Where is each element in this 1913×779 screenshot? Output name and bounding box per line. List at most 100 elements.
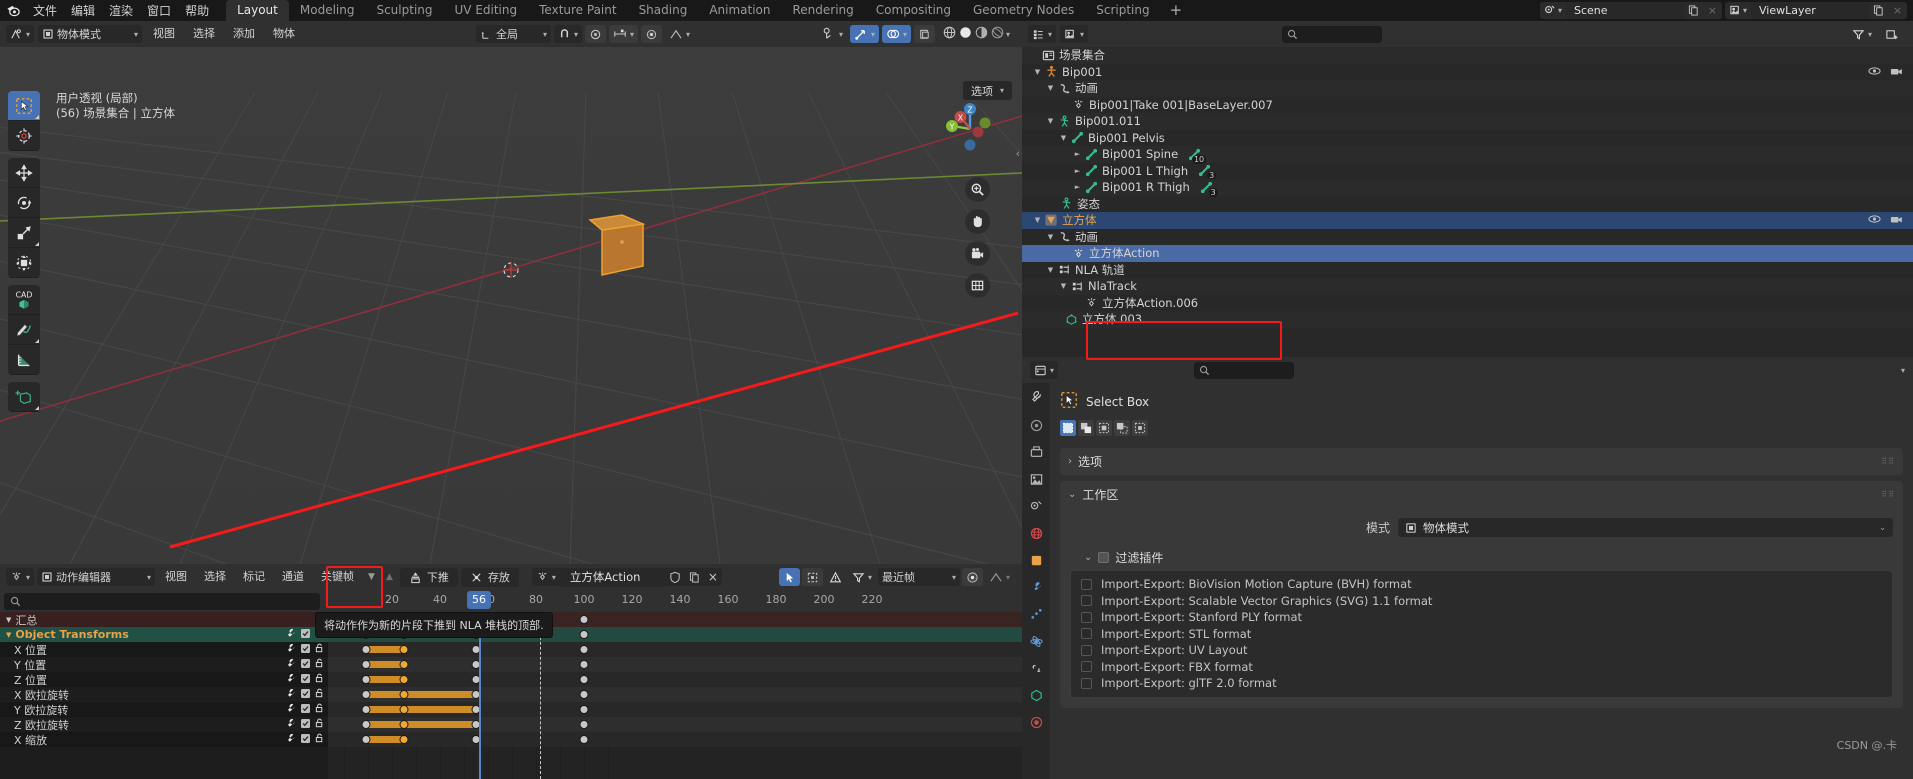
viewport-options-dropdown[interactable]: 选项 ▾ xyxy=(962,81,1012,100)
dopesheet-menu-key[interactable]: 关键帧 xyxy=(314,568,361,586)
action-datablock-icon[interactable]: ▾ xyxy=(531,568,560,586)
modifier-properties-tab[interactable] xyxy=(1026,578,1046,596)
current-frame-badge[interactable]: 56 xyxy=(467,591,491,609)
tab-texture-paint[interactable]: Texture Paint xyxy=(528,0,627,21)
modifier-wrench-icon[interactable] xyxy=(286,733,296,746)
only-show-errors-icon[interactable] xyxy=(825,568,846,586)
outliner-row-nlatrack[interactable]: ▼ NlaTrack xyxy=(1022,278,1913,295)
lock-open-icon[interactable] xyxy=(315,733,324,746)
channel-z-location[interactable]: Z 位置 xyxy=(0,672,328,687)
keyrow-x-scale[interactable] xyxy=(328,732,1022,747)
modifier-wrench-icon[interactable] xyxy=(286,703,296,716)
viewlayer-selector[interactable]: ▾ ViewLayer × xyxy=(1725,2,1907,19)
properties-search-input[interactable] xyxy=(1194,361,1295,379)
channel-enable-checkbox[interactable] xyxy=(301,703,310,716)
outliner-row-pose[interactable]: 姿态 xyxy=(1022,196,1913,213)
object-mode-selector[interactable]: 物体模式 ▾ xyxy=(38,25,143,43)
unlink-action-button[interactable]: × xyxy=(703,568,722,586)
outliner-row-nla-tracks[interactable]: ▼ NLA 轨道 xyxy=(1022,262,1913,279)
expand-triangle-icon[interactable]: ▼ xyxy=(6,631,11,639)
tab-compositing[interactable]: Compositing xyxy=(865,0,962,21)
filter-addons-header[interactable]: ⌄ 过滤插件 xyxy=(1070,547,1893,570)
wireframe-shading-button[interactable] xyxy=(942,25,957,43)
sidebar-collapse-icon[interactable]: ‹ xyxy=(1016,147,1020,160)
properties-body[interactable]: Select Box › 选项 ⠿⠿ ⌄ 工作区 ⠿⠿ 模式 物体模式 ⌄ ⌄ … xyxy=(1050,383,1913,779)
viewlayer-properties-tab[interactable] xyxy=(1026,470,1046,488)
expand-triangle-icon[interactable]: ▼ xyxy=(1045,84,1056,92)
auto-keying-icon[interactable] xyxy=(961,568,983,586)
chevron-down-icon[interactable]: ⌄ xyxy=(1879,523,1886,532)
channel-enable-checkbox[interactable] xyxy=(301,673,310,686)
show-overlays-toggle[interactable]: ▾ xyxy=(881,25,911,43)
keyrow-y-location[interactable] xyxy=(328,657,1022,672)
camera-render-icon[interactable] xyxy=(1890,213,1903,227)
new-viewlayer-button[interactable] xyxy=(1869,2,1888,19)
channel-summary[interactable]: ▼ 汇总 xyxy=(0,612,328,627)
lock-open-icon[interactable] xyxy=(315,703,324,716)
addon-checkbox[interactable] xyxy=(1081,644,1092,656)
fake-user-shield-icon[interactable] xyxy=(664,568,685,586)
outliner-editor-type[interactable]: ▾ xyxy=(1028,25,1057,43)
select-subtract-button[interactable] xyxy=(1096,420,1112,436)
eye-icon[interactable] xyxy=(1868,213,1881,227)
tab-uv-editing[interactable]: UV Editing xyxy=(444,0,529,21)
keying-curve-icon[interactable]: ▾ xyxy=(985,568,1014,586)
expand-triangle-icon[interactable]: ► xyxy=(1072,150,1083,158)
stash-button[interactable]: 存放 xyxy=(460,567,519,587)
filter-icon[interactable]: ▾ xyxy=(848,568,876,586)
addon-checkbox[interactable] xyxy=(1081,595,1092,607)
object-properties-tab[interactable] xyxy=(1026,551,1046,569)
add-cube-tool[interactable] xyxy=(8,382,40,412)
channel-enable-checkbox[interactable] xyxy=(301,688,310,701)
scale-tool[interactable] xyxy=(8,218,40,248)
move-tool[interactable] xyxy=(8,158,40,188)
modifier-wrench-icon[interactable] xyxy=(286,658,296,671)
cad-tool[interactable]: CAD xyxy=(8,285,40,315)
rendered-shading-button[interactable] xyxy=(990,25,1005,43)
dopesheet-menu-channel[interactable]: 通道 xyxy=(275,568,311,586)
modifier-wrench-icon[interactable] xyxy=(286,628,296,641)
particle-properties-tab[interactable] xyxy=(1026,605,1046,623)
select-invert-button[interactable] xyxy=(1114,420,1130,436)
scene-name[interactable]: Scene xyxy=(1566,2,1684,19)
channel-enable-checkbox[interactable] xyxy=(301,733,310,746)
tab-modeling[interactable]: Modeling xyxy=(289,0,366,21)
channel-enable-checkbox[interactable] xyxy=(301,628,310,641)
grid-ortho-icon[interactable] xyxy=(965,273,990,298)
outliner-row-scene-collection[interactable]: 场景集合 xyxy=(1022,47,1913,64)
addon-row[interactable]: Import-Export: BioVision Motion Capture … xyxy=(1075,576,1888,593)
lock-open-icon[interactable] xyxy=(315,673,324,686)
modifier-wrench-icon[interactable] xyxy=(286,673,296,686)
tab-geometry-nodes[interactable]: Geometry Nodes xyxy=(962,0,1085,21)
channel-x-scale[interactable]: X 缩放 xyxy=(0,732,328,747)
viewport-gizmo-selector[interactable]: ▾ xyxy=(818,25,847,43)
camera-render-icon[interactable] xyxy=(1890,65,1903,79)
filter-addons-checkbox[interactable] xyxy=(1098,552,1110,563)
addon-checkbox[interactable] xyxy=(1081,628,1092,640)
tab-shading[interactable]: Shading xyxy=(628,0,699,21)
tab-scripting[interactable]: Scripting xyxy=(1085,0,1160,21)
expand-triangle-icon[interactable]: ▼ xyxy=(1032,216,1043,224)
viewport-canvas[interactable]: 用户透视 (局部) (56) 场景集合 | 立方体 选项 ▾ ‹ Z Y X C… xyxy=(0,47,1022,564)
select-intersect-button[interactable] xyxy=(1132,420,1148,436)
data-properties-tab[interactable] xyxy=(1026,686,1046,704)
channel-enable-checkbox[interactable] xyxy=(301,643,310,656)
snap-target-selector[interactable]: ▾ xyxy=(609,25,639,43)
action-browse-down-icon[interactable]: ▼ xyxy=(364,568,379,586)
lock-open-icon[interactable] xyxy=(315,658,324,671)
proportional-edit-cursor-icon[interactable] xyxy=(778,568,800,586)
outliner-filter-icon[interactable]: ▾ xyxy=(1848,25,1876,43)
addon-checkbox[interactable] xyxy=(1081,677,1092,689)
channel-y-location[interactable]: Y 位置 xyxy=(0,657,328,672)
dopesheet-menu-marker[interactable]: 标记 xyxy=(236,568,272,586)
new-action-button[interactable] xyxy=(684,568,704,586)
action-browse-up-icon[interactable]: ▲ xyxy=(382,568,397,586)
select-extend-button[interactable] xyxy=(1078,420,1094,436)
outliner-row-animation-2[interactable]: ▼ 动画 xyxy=(1022,229,1913,246)
outliner-row-bip001-l-thigh[interactable]: ► Bip001 L Thigh 3 xyxy=(1022,163,1913,181)
new-collection-icon[interactable] xyxy=(1881,25,1903,43)
addon-row[interactable]: Import-Export: Scalable Vector Graphics … xyxy=(1075,593,1888,610)
tab-animation[interactable]: Animation xyxy=(698,0,781,21)
lock-open-icon[interactable] xyxy=(315,718,324,731)
addon-row[interactable]: Import-Export: Stanford PLY format xyxy=(1075,609,1888,626)
